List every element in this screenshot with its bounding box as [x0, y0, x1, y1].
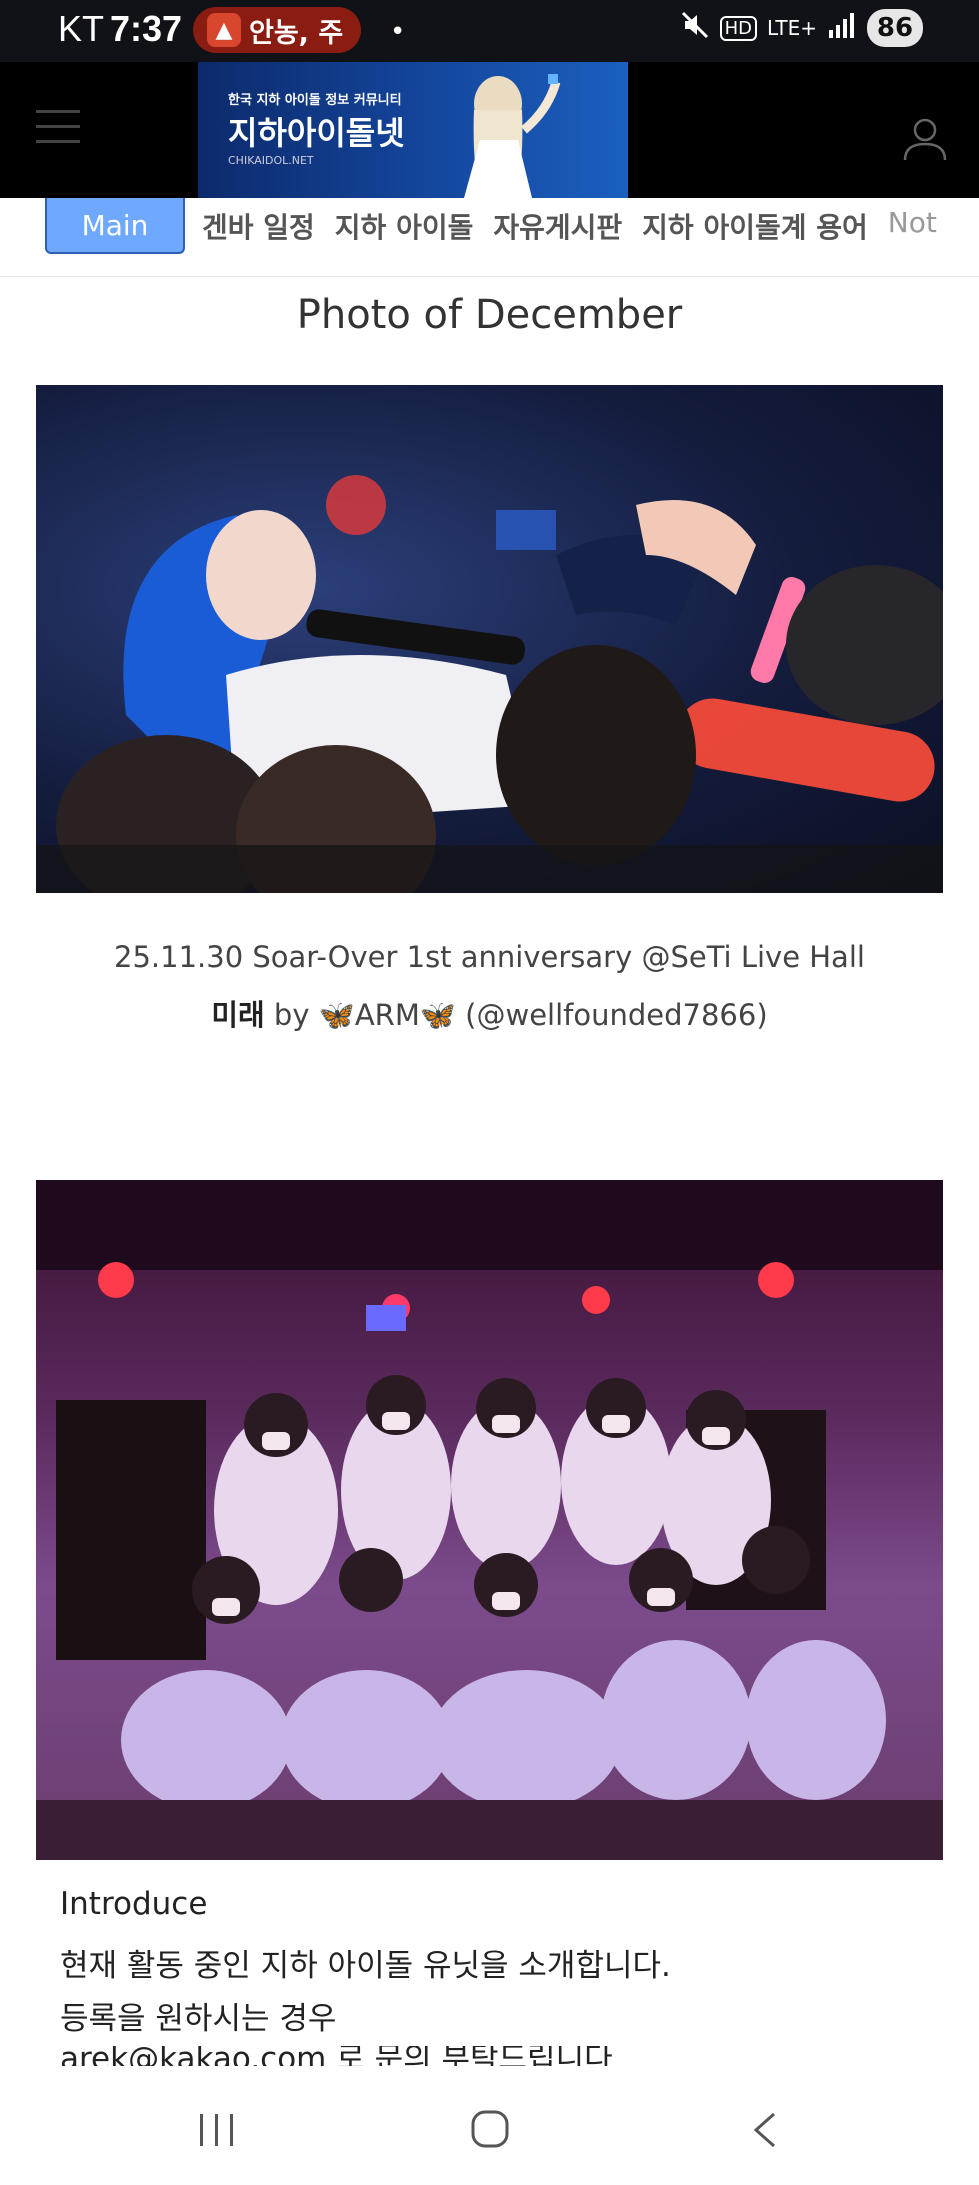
group-photo-illustration: [36, 1180, 943, 1860]
status-icons: HD LTE+ 86: [680, 9, 923, 47]
site-header: 한국 지하 아이돌 정보 커뮤니티 지하아이돌넷 CHIKAIDOL.NET: [0, 62, 979, 198]
featured-photo[interactable]: [36, 385, 943, 893]
notification-pill[interactable]: ▲ 안농, 주: [193, 7, 361, 53]
home-icon[interactable]: [465, 2110, 515, 2150]
battery-indicator: 86: [867, 9, 923, 47]
site-title: 지하아이돌넷: [228, 114, 405, 152]
notification-dot: •: [390, 17, 406, 47]
introduce-contact-text[interactable]: arek@kakao.com 로 문의 부탁드립니다: [60, 2046, 613, 2066]
recent-apps-icon[interactable]: [192, 2110, 242, 2150]
concert-photo-illustration: [36, 475, 943, 893]
nav-item-idols[interactable]: 지하 아이돌: [335, 206, 474, 246]
banner-idol-figure: [464, 74, 561, 198]
banner-url: CHIKAIDOL.NET: [228, 154, 314, 167]
photo-caption-line1: 25.11.30 Soar-Over 1st anniversary @SeTi…: [114, 940, 865, 974]
system-nav-bar: [0, 2068, 979, 2185]
nav-item-glossary[interactable]: 지하 아이돌계 용어: [642, 206, 868, 246]
main-nav: Main 겐바 일정 지하 아이돌 자유게시판 지하 아이돌계 용어 Not: [0, 198, 979, 277]
back-icon[interactable]: [740, 2110, 790, 2150]
photo-caption-line2: 미래 by 🦋ARM🦋 (@wellfounded7866): [0, 992, 979, 1034]
banner-tagline: 한국 지하 아이돌 정보 커뮤니티: [228, 93, 402, 108]
photo-credit: by 🦋ARM🦋 (@wellfounded7866): [264, 998, 768, 1032]
introduce-contact-clip: arek@kakao.com 로 문의 부탁드립니다: [60, 2046, 960, 2066]
status-bar: KT 7:37 ▲ 안농, 주 • HD LTE+ 86: [0, 0, 979, 62]
photo-subject-name: 미래: [211, 998, 265, 1032]
app-icon: ▲: [207, 13, 241, 47]
nav-items: 겐바 일정 지하 아이돌 자유게시판 지하 아이돌계 용어 Not: [202, 206, 937, 246]
introduce-heading: Introduce: [60, 1886, 208, 1922]
user-account-icon[interactable]: [901, 114, 949, 162]
site-banner-logo[interactable]: 한국 지하 아이돌 정보 커뮤니티 지하아이돌넷 CHIKAIDOL.NET: [198, 62, 628, 198]
nav-item-free-board[interactable]: 자유게시판: [493, 206, 622, 246]
notification-text: 안농, 주: [249, 17, 344, 49]
introduce-text: 현재 활동 중인 지하 아이돌 유닛을 소개합니다.: [60, 1948, 671, 1984]
hd-icon: HD: [719, 15, 757, 41]
clock: 7:37: [110, 8, 183, 49]
network-icon: LTE+: [767, 16, 817, 40]
nav-item-main[interactable]: Main: [45, 198, 185, 254]
menu-icon[interactable]: [36, 110, 80, 150]
nav-item-schedule[interactable]: 겐바 일정: [202, 206, 315, 246]
section-title: Photo of December: [296, 292, 683, 338]
mute-icon: [680, 10, 710, 47]
nav-item-notice[interactable]: Not: [888, 206, 937, 246]
introduce-register-text: 등록을 원하시는 경우: [60, 2001, 337, 2037]
group-photo[interactable]: [36, 1180, 943, 1860]
signal-icon: [827, 10, 857, 47]
carrier-label: KT: [58, 8, 105, 49]
